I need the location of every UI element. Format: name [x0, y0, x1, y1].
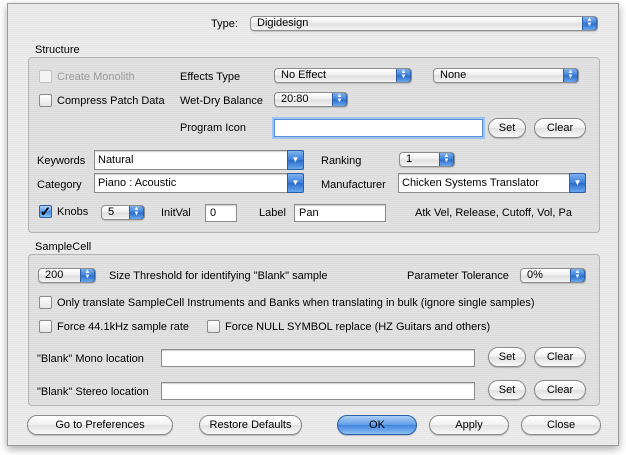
knobs-count-popup[interactable]: 5 ▲ ▼ [101, 205, 145, 220]
manufacturer-combo[interactable]: Chicken Systems Translator ▼ [398, 173, 586, 193]
type-popup-value: Digidesign [257, 17, 309, 29]
knob-list-text: Atk Vel, Release, Cutoff, Vol, Pa [415, 207, 572, 219]
program-icon-clear-button[interactable]: Clear [534, 118, 586, 138]
ranking-value: 1 [406, 153, 413, 165]
keywords-combo[interactable]: Natural ▼ [94, 150, 304, 170]
force-rate-checkbox[interactable] [39, 320, 52, 333]
force-rate-label: Force 44.1kHz sample rate [57, 321, 190, 333]
force-null-label: Force NULL SYMBOL replace (HZ Guitars an… [225, 321, 491, 333]
only-translate-checkbox[interactable] [39, 296, 52, 309]
tolerance-popup[interactable]: 0% ▲ ▼ [520, 268, 586, 283]
type-popup[interactable]: Digidesign ▲ ▼ [250, 16, 598, 31]
category-combo[interactable]: Piano : Acoustic ▼ [94, 173, 304, 193]
program-icon-set-button[interactable]: Set [488, 118, 526, 138]
wet-dry-value: 20:80 [281, 93, 309, 105]
force-null-checkbox[interactable] [207, 320, 220, 333]
apply-button[interactable]: Apply [429, 415, 509, 435]
popup-arrows-icon: ▲ ▼ [563, 69, 578, 82]
stereo-location-field[interactable] [161, 382, 475, 400]
popup-arrows-icon: ▲ ▼ [582, 17, 597, 30]
keywords-value: Natural [98, 154, 134, 166]
program-icon-field[interactable] [274, 119, 483, 137]
knobs-count-value: 5 [108, 206, 115, 218]
popup-arrows-icon: ▲ ▼ [129, 206, 144, 219]
ranking-popup[interactable]: 1 ▲ ▼ [399, 152, 455, 167]
dialog-window: Type: Digidesign ▲ ▼ Structure Create Mon… [7, 3, 619, 446]
initval-label: InitVal [161, 207, 191, 219]
initval-field[interactable]: 0 [205, 204, 237, 222]
manufacturer-label: Manufacturer [321, 179, 386, 191]
wet-dry-label: Wet-Dry Balance [180, 95, 263, 107]
tolerance-label: Parameter Tolerance [407, 270, 509, 282]
popup-arrows-icon: ▲ ▼ [396, 69, 411, 82]
mono-clear-button[interactable]: Clear [534, 347, 586, 367]
category-value: Piano : Acoustic [98, 177, 177, 189]
structure-title: Structure [35, 44, 80, 56]
popup-arrows-icon: ▲ ▼ [80, 269, 95, 282]
compress-patch-label: Compress Patch Data [57, 95, 165, 107]
mono-location-field[interactable] [161, 349, 475, 367]
manufacturer-value: Chicken Systems Translator [402, 177, 539, 189]
stereo-location-label: "Blank" Stereo location [37, 386, 149, 398]
popup-arrows-icon: ▲ ▼ [570, 269, 585, 282]
dropdown-arrow-icon[interactable]: ▼ [287, 173, 304, 193]
stereo-set-button[interactable]: Set [488, 380, 526, 400]
ok-button[interactable]: OK [337, 415, 417, 435]
dropdown-arrow-icon[interactable]: ▼ [287, 150, 304, 170]
effects-type-value: No Effect [281, 69, 327, 81]
create-monolith-checkbox[interactable] [39, 70, 52, 83]
effects-sub-popup[interactable]: None ▲ ▼ [433, 68, 579, 83]
ranking-label: Ranking [321, 155, 362, 167]
category-label: Category [37, 179, 82, 191]
create-monolith-label: Create Monolith [57, 71, 135, 83]
knob-label-field[interactable]: Pan [294, 204, 386, 222]
effects-sub-value: None [440, 69, 467, 81]
knobs-label: Knobs [57, 206, 89, 218]
popup-arrows-icon: ▲ ▼ [439, 153, 454, 166]
stereo-clear-button[interactable]: Clear [534, 380, 586, 400]
knob-label-label: Label [259, 207, 286, 219]
go-to-preferences-button[interactable]: Go to Preferences [27, 415, 173, 435]
threshold-value: 200 [45, 269, 64, 281]
wet-dry-popup[interactable]: 20:80 ▲ ▼ [274, 92, 348, 107]
threshold-popup[interactable]: 200 ▲ ▼ [38, 268, 96, 283]
program-icon-label: Program Icon [180, 122, 247, 134]
keywords-label: Keywords [37, 155, 86, 167]
compress-patch-checkbox[interactable] [39, 94, 52, 107]
popup-arrows-icon: ▲ ▼ [332, 93, 347, 106]
close-button[interactable]: Close [521, 415, 601, 435]
mono-location-label: "Blank" Mono location [37, 353, 144, 365]
mono-set-button[interactable]: Set [488, 347, 526, 367]
effects-type-label: Effects Type [180, 71, 241, 83]
type-label: Type: [211, 18, 238, 30]
dropdown-arrow-icon[interactable]: ▼ [569, 173, 586, 193]
threshold-label: Size Threshold for identifying "Blank" s… [109, 270, 328, 282]
restore-defaults-button[interactable]: Restore Defaults [199, 415, 302, 435]
knobs-checkbox[interactable]: ✓ [39, 205, 52, 218]
effects-type-popup[interactable]: No Effect ▲ ▼ [274, 68, 412, 83]
samplecell-title: SampleCell [35, 241, 92, 253]
only-translate-label: Only translate SampleCell Instruments an… [57, 297, 535, 309]
tolerance-value: 0% [527, 269, 543, 281]
